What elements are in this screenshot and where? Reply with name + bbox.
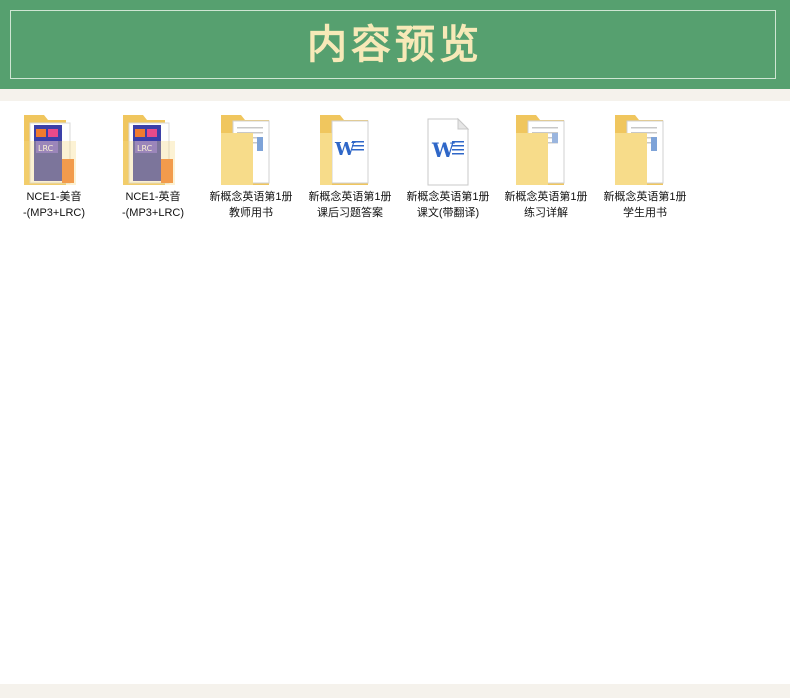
file-name-line2: 教师用书 (229, 207, 273, 219)
svg-text:W: W (431, 138, 455, 162)
file-item-exercise-answers[interactable]: W 新概念英语第1册 课后习题答案 (302, 101, 398, 241)
file-label: 新概念英语第1册 课后习题答案 (302, 189, 398, 221)
folder-document-icon (221, 115, 270, 185)
folder-document-icon (615, 115, 664, 185)
file-name-line1: 新概念英语第1册 (209, 191, 293, 203)
file-name-line2: -(MP3+LRC) (22, 207, 86, 219)
file-name-line1: NCE1-美音 (26, 191, 82, 203)
file-name-line2: 练习详解 (524, 207, 568, 219)
file-label: 新概念英语第1册 练习详解 (498, 189, 594, 221)
file-name-line1: NCE1-英音 (125, 191, 181, 203)
file-name-line2: 学生用书 (623, 207, 667, 219)
file-item-exercise-explained[interactable]: 新概念英语第1册 练习详解 (498, 101, 594, 241)
folder-audio-icon: LRC (24, 115, 76, 185)
file-item-nce1-american[interactable]: LRC NCE1-美音 -(MP3+LRC) (6, 101, 102, 241)
file-name-line1: 新概念英语第1册 (308, 191, 392, 203)
file-name-line1: 新概念英语第1册 (504, 191, 588, 203)
file-name-line2: 课文(带翻译) (416, 207, 480, 219)
file-label: NCE1-美音 -(MP3+LRC) (6, 189, 102, 221)
folder-document-icon (516, 115, 565, 185)
word-document-icon: W (427, 117, 470, 186)
bottom-strip (0, 684, 790, 698)
file-name-line1: 新概念英语第1册 (603, 191, 687, 203)
page-title: 内容预览 (307, 21, 483, 68)
file-label: 新概念英语第1册 课文(带翻译) (400, 189, 496, 221)
file-label: 新概念英语第1册 教师用书 (203, 189, 299, 221)
folder-audio-icon: LRC (123, 115, 175, 185)
folder-word-icon: W (320, 115, 369, 185)
file-item-teacher-book[interactable]: 新概念英语第1册 教师用书 (203, 101, 299, 241)
file-browser-pane: LRC NCE1-美音 -(MP3+LRC) LRC NCE1-英音 -(MP3… (0, 101, 790, 684)
header-banner: 内容预览 (0, 0, 790, 89)
divider-strip (0, 89, 790, 101)
file-label: 新概念英语第1册 学生用书 (597, 189, 693, 221)
file-name-line2: -(MP3+LRC) (121, 207, 185, 219)
file-item-nce1-british[interactable]: LRC NCE1-英音 -(MP3+LRC) (105, 101, 201, 241)
file-label: NCE1-英音 -(MP3+LRC) (105, 189, 201, 221)
file-name-line2: 课后习题答案 (317, 207, 383, 219)
file-grid: LRC NCE1-美音 -(MP3+LRC) LRC NCE1-英音 -(MP3… (0, 101, 790, 241)
file-item-student-book[interactable]: 新概念英语第1册 学生用书 (597, 101, 693, 241)
file-name-line1: 新概念英语第1册 (406, 191, 490, 203)
file-item-text-translation[interactable]: W 新概念英语第1册 课文(带翻译) (400, 101, 496, 241)
